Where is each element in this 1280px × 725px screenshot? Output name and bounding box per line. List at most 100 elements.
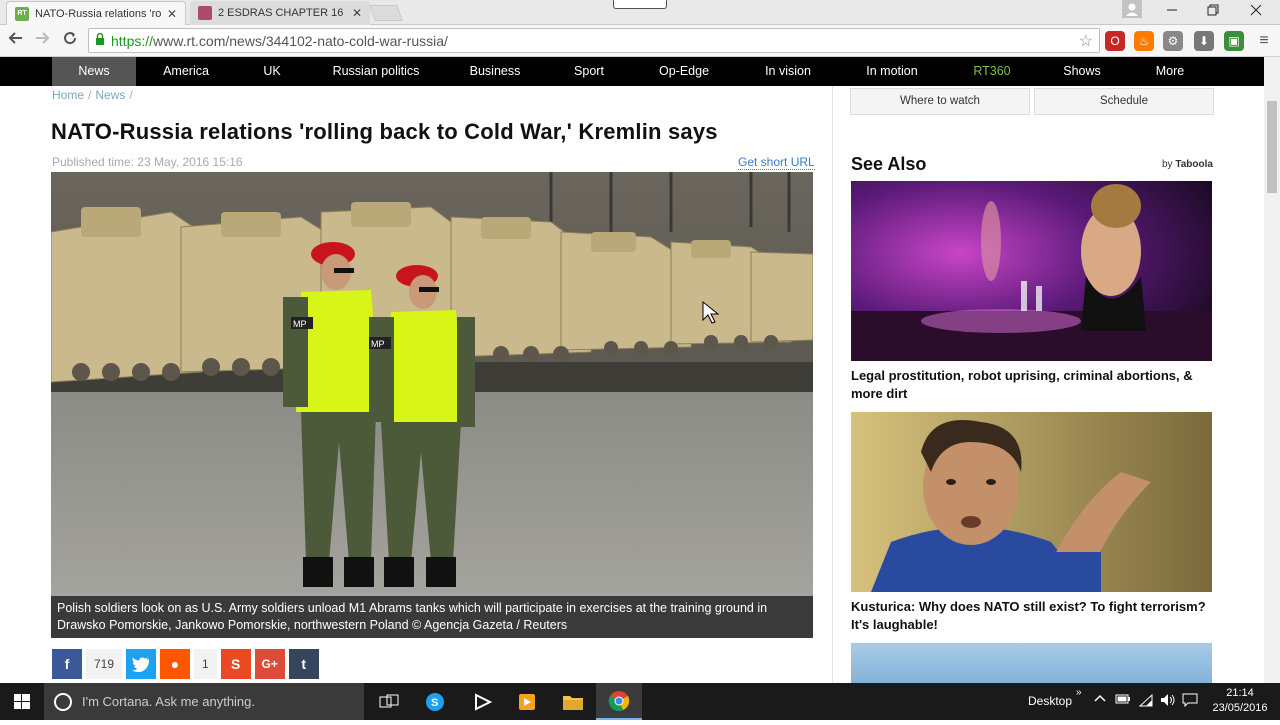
reddit-share-icon[interactable]: ● <box>160 649 191 679</box>
taboola-credit[interactable]: by Taboola <box>1162 159 1213 170</box>
twitter-share-icon[interactable] <box>126 649 157 679</box>
minimize-button[interactable] <box>1152 2 1192 22</box>
see-also-thumbnail-1[interactable] <box>851 181 1212 361</box>
where-to-watch-button[interactable]: Where to watch <box>850 88 1030 115</box>
nav-in-motion[interactable]: In motion <box>856 57 928 86</box>
restore-button[interactable] <box>1193 2 1233 22</box>
nav-in-vision[interactable]: In vision <box>754 57 822 86</box>
nav-shows[interactable]: Shows <box>1052 57 1112 86</box>
new-tab-button[interactable] <box>369 5 403 21</box>
tab-title: 2 ESDRAS CHAPTER 16 K <box>218 7 346 19</box>
facebook-share-count: 719 <box>86 649 123 679</box>
breadcrumb-news[interactable]: News <box>95 88 125 102</box>
media-app-icon[interactable] <box>460 683 506 720</box>
facebook-share-icon[interactable]: f <box>52 649 82 679</box>
page-scrollbar[interactable] <box>1264 57 1280 683</box>
taboola-brand: Taboola <box>1175 159 1213 170</box>
taskbar-clock[interactable]: 21:14 23/05/2016 <box>1207 686 1273 716</box>
file-explorer-icon[interactable] <box>550 683 596 720</box>
see-also-thumbnail-2[interactable] <box>851 412 1212 592</box>
video-player-icon[interactable] <box>504 683 550 720</box>
menu-icon[interactable]: ≡ <box>1254 31 1274 51</box>
nav-op-edge[interactable]: Op-Edge <box>648 57 720 86</box>
photo-caption: Polish soldiers look on as U.S. Army sol… <box>51 596 813 638</box>
mp-vest-text: MP <box>293 319 307 329</box>
bookmark-star-icon[interactable]: ☆ <box>1079 31 1093 51</box>
see-also-thumbnail-3[interactable] <box>851 643 1212 683</box>
see-also-heading: See Also <box>851 154 927 174</box>
profile-avatar-icon[interactable] <box>1122 0 1142 18</box>
nav-sport[interactable]: Sport <box>560 57 618 86</box>
opera-extension-icon[interactable]: O <box>1105 31 1125 51</box>
nav-more[interactable]: More <box>1142 57 1198 86</box>
google-plus-share-icon[interactable]: G+ <box>254 649 285 679</box>
breadcrumb-home[interactable]: Home <box>52 88 84 102</box>
article-photo[interactable]: MP MP <box>51 172 813 596</box>
url-text: www.rt.com/news/344102-nato-cold-war-rus… <box>153 32 448 49</box>
address-bar[interactable]: https:// www.rt.com/news/344102-nato-col… <box>88 28 1100 53</box>
nav-rt360[interactable]: RT360 <box>962 57 1022 86</box>
published-time: Published time: 23 May, 2016 15:16 <box>52 155 243 169</box>
site-nav: News America UK Russian politics Busines… <box>0 57 1264 86</box>
browser-toolbar: https:// www.rt.com/news/344102-nato-col… <box>0 25 1280 57</box>
url-scheme: https:// <box>111 32 154 49</box>
tab-title: NATO-Russia relations 'ro <box>35 7 161 20</box>
breadcrumb: Home / News / <box>52 88 137 102</box>
window-drag-handle[interactable] <box>613 0 667 9</box>
get-short-url-link[interactable]: Get short URL <box>738 155 815 170</box>
cortana-placeholder: I'm Cortana. Ask me anything. <box>82 694 256 709</box>
windows-start-icon[interactable] <box>0 683 44 720</box>
breadcrumb-separator: / <box>129 88 133 102</box>
fire-extension-icon[interactable]: ♨ <box>1134 31 1154 51</box>
back-button[interactable] <box>4 29 28 53</box>
close-tab-icon[interactable]: ✕ <box>352 6 362 20</box>
nav-america[interactable]: America <box>150 57 222 86</box>
tab-strip: RT NATO-Russia relations 'ro ✕ 2 ESDRAS … <box>0 0 1280 25</box>
chrome-taskbar-icon[interactable] <box>596 683 642 720</box>
page-content: Home / News / NATO-Russia relations 'rollin… <box>0 86 1264 683</box>
see-also-title-1[interactable]: Legal prostitution, robot uprising, crim… <box>851 367 1212 403</box>
cortana-circle-icon <box>54 692 72 711</box>
reload-button[interactable] <box>58 29 82 53</box>
share-bar: f 719 ● 1 S G+ t <box>52 649 319 679</box>
nav-russian-politics[interactable]: Russian politics <box>320 57 432 86</box>
close-window-button[interactable] <box>1236 2 1276 22</box>
column-divider <box>832 86 833 683</box>
nav-business[interactable]: Business <box>458 57 532 86</box>
wifi-icon[interactable] <box>1138 693 1154 710</box>
clock-time: 21:14 <box>1226 687 1254 699</box>
tumblr-share-icon[interactable]: t <box>288 649 319 679</box>
taskbar: I'm Cortana. Ask me anything. S Desktop … <box>0 683 1280 720</box>
clock-date: 23/05/2016 <box>1212 702 1268 714</box>
see-also-title-2[interactable]: Kusturica: Why does NATO still exist? To… <box>851 598 1212 634</box>
battery-icon[interactable] <box>1115 693 1131 708</box>
close-tab-icon[interactable]: ✕ <box>167 7 177 21</box>
svg-text:S: S <box>431 697 438 709</box>
image-extension-icon[interactable]: ▣ <box>1224 31 1244 51</box>
reddit-share-count: 1 <box>194 649 217 679</box>
stumbleupon-share-icon[interactable]: S <box>220 649 251 679</box>
tab-esdras[interactable]: 2 ESDRAS CHAPTER 16 K ✕ <box>190 1 370 25</box>
nav-uk[interactable]: UK <box>248 57 296 86</box>
skype-icon[interactable]: S <box>412 683 458 720</box>
breadcrumb-separator: / <box>88 88 92 102</box>
book-favicon-icon <box>198 6 212 20</box>
scrollbar-thumb[interactable] <box>1267 101 1277 193</box>
schedule-button[interactable]: Schedule <box>1034 88 1214 115</box>
forward-button[interactable] <box>30 29 54 53</box>
download-extension-icon[interactable]: ⬇ <box>1194 31 1214 51</box>
lock-icon <box>95 32 105 48</box>
desktop-toolbar-label[interactable]: Desktop <box>1028 694 1072 708</box>
article-title: NATO-Russia relations 'rolling back to C… <box>51 119 718 144</box>
volume-icon[interactable] <box>1160 693 1176 710</box>
rt-favicon-icon: RT <box>15 6 29 21</box>
toolbar-expand-icon[interactable]: » <box>1076 687 1082 698</box>
show-hidden-icons-icon[interactable] <box>1094 693 1106 708</box>
cortana-search-box[interactable]: I'm Cortana. Ask me anything. <box>44 683 364 720</box>
gear-extension-icon[interactable]: ⚙ <box>1163 31 1183 51</box>
task-view-icon[interactable] <box>366 683 412 720</box>
tab-rt-article[interactable]: RT NATO-Russia relations 'ro ✕ <box>6 1 186 25</box>
action-center-icon[interactable] <box>1182 693 1198 710</box>
by-label: by <box>1162 159 1173 170</box>
nav-news[interactable]: News <box>52 57 136 86</box>
